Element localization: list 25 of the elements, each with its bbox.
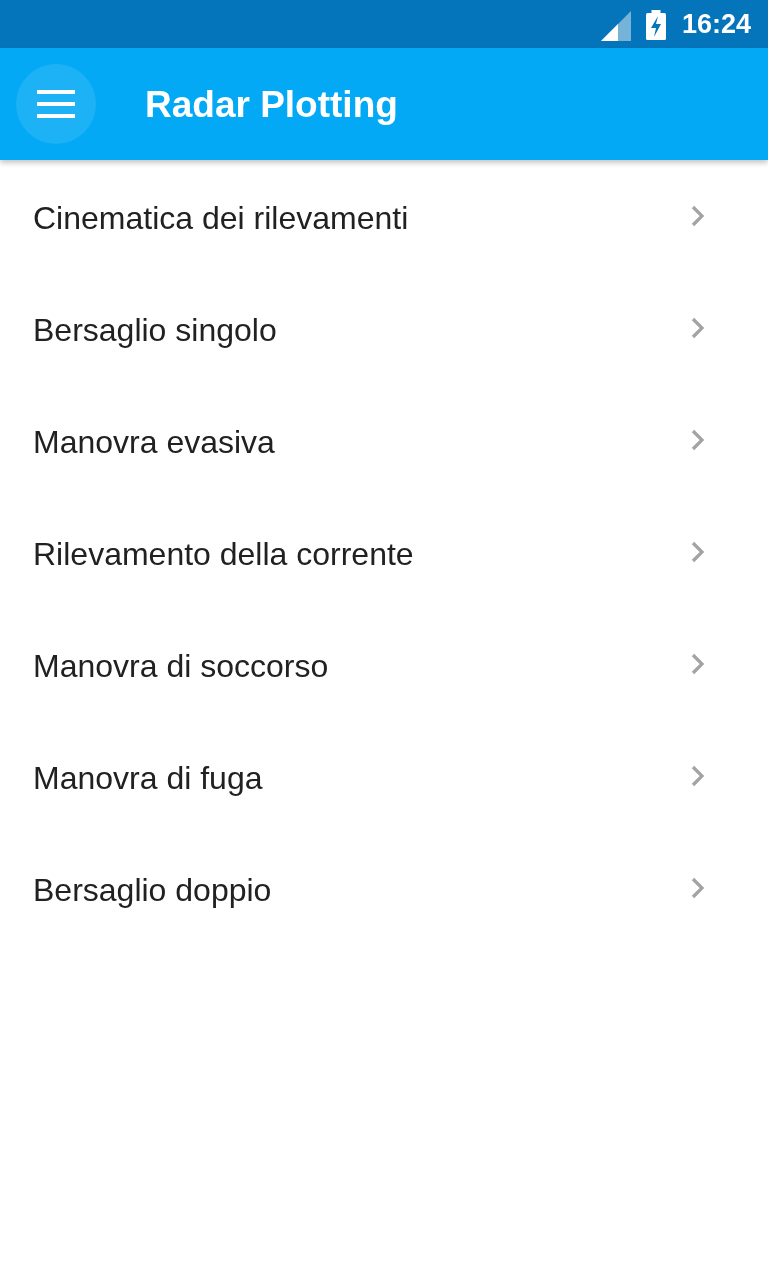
menu-item-label: Manovra di soccorso [33, 647, 329, 685]
chevron-right-icon [691, 877, 705, 899]
menu-list-item[interactable]: Manovra di soccorso [0, 610, 768, 722]
menu-list-item[interactable]: Bersaglio doppio [0, 834, 768, 946]
menu-item-label: Cinematica dei rilevamenti [33, 199, 409, 237]
chevron-right-icon [691, 653, 705, 675]
menu-icon [37, 89, 75, 119]
chevron-right-icon [691, 429, 705, 451]
menu-list-item[interactable]: Manovra di fuga [0, 722, 768, 834]
app-title: Radar Plotting [145, 84, 398, 126]
signal-icon [600, 11, 631, 41]
menu-item-label: Rilevamento della corrente [33, 535, 414, 573]
menu-list-item[interactable]: Bersaglio singolo [0, 274, 768, 386]
menu-item-label: Manovra evasiva [33, 423, 275, 461]
chevron-right-icon [691, 765, 705, 787]
menu-item-label: Bersaglio doppio [33, 871, 272, 909]
menu-item-label: Bersaglio singolo [33, 311, 277, 349]
status-time: 16:24 [681, 8, 751, 40]
chevron-right-icon [691, 317, 705, 339]
menu-list-item[interactable]: Cinematica dei rilevamenti [0, 162, 768, 274]
chevron-right-icon [691, 541, 705, 563]
chevron-right-icon [691, 205, 705, 227]
menu-item-label: Manovra di fuga [33, 759, 263, 797]
menu-list-item[interactable]: Rilevamento della corrente [0, 498, 768, 610]
menu-list-item[interactable]: Manovra evasiva [0, 386, 768, 498]
